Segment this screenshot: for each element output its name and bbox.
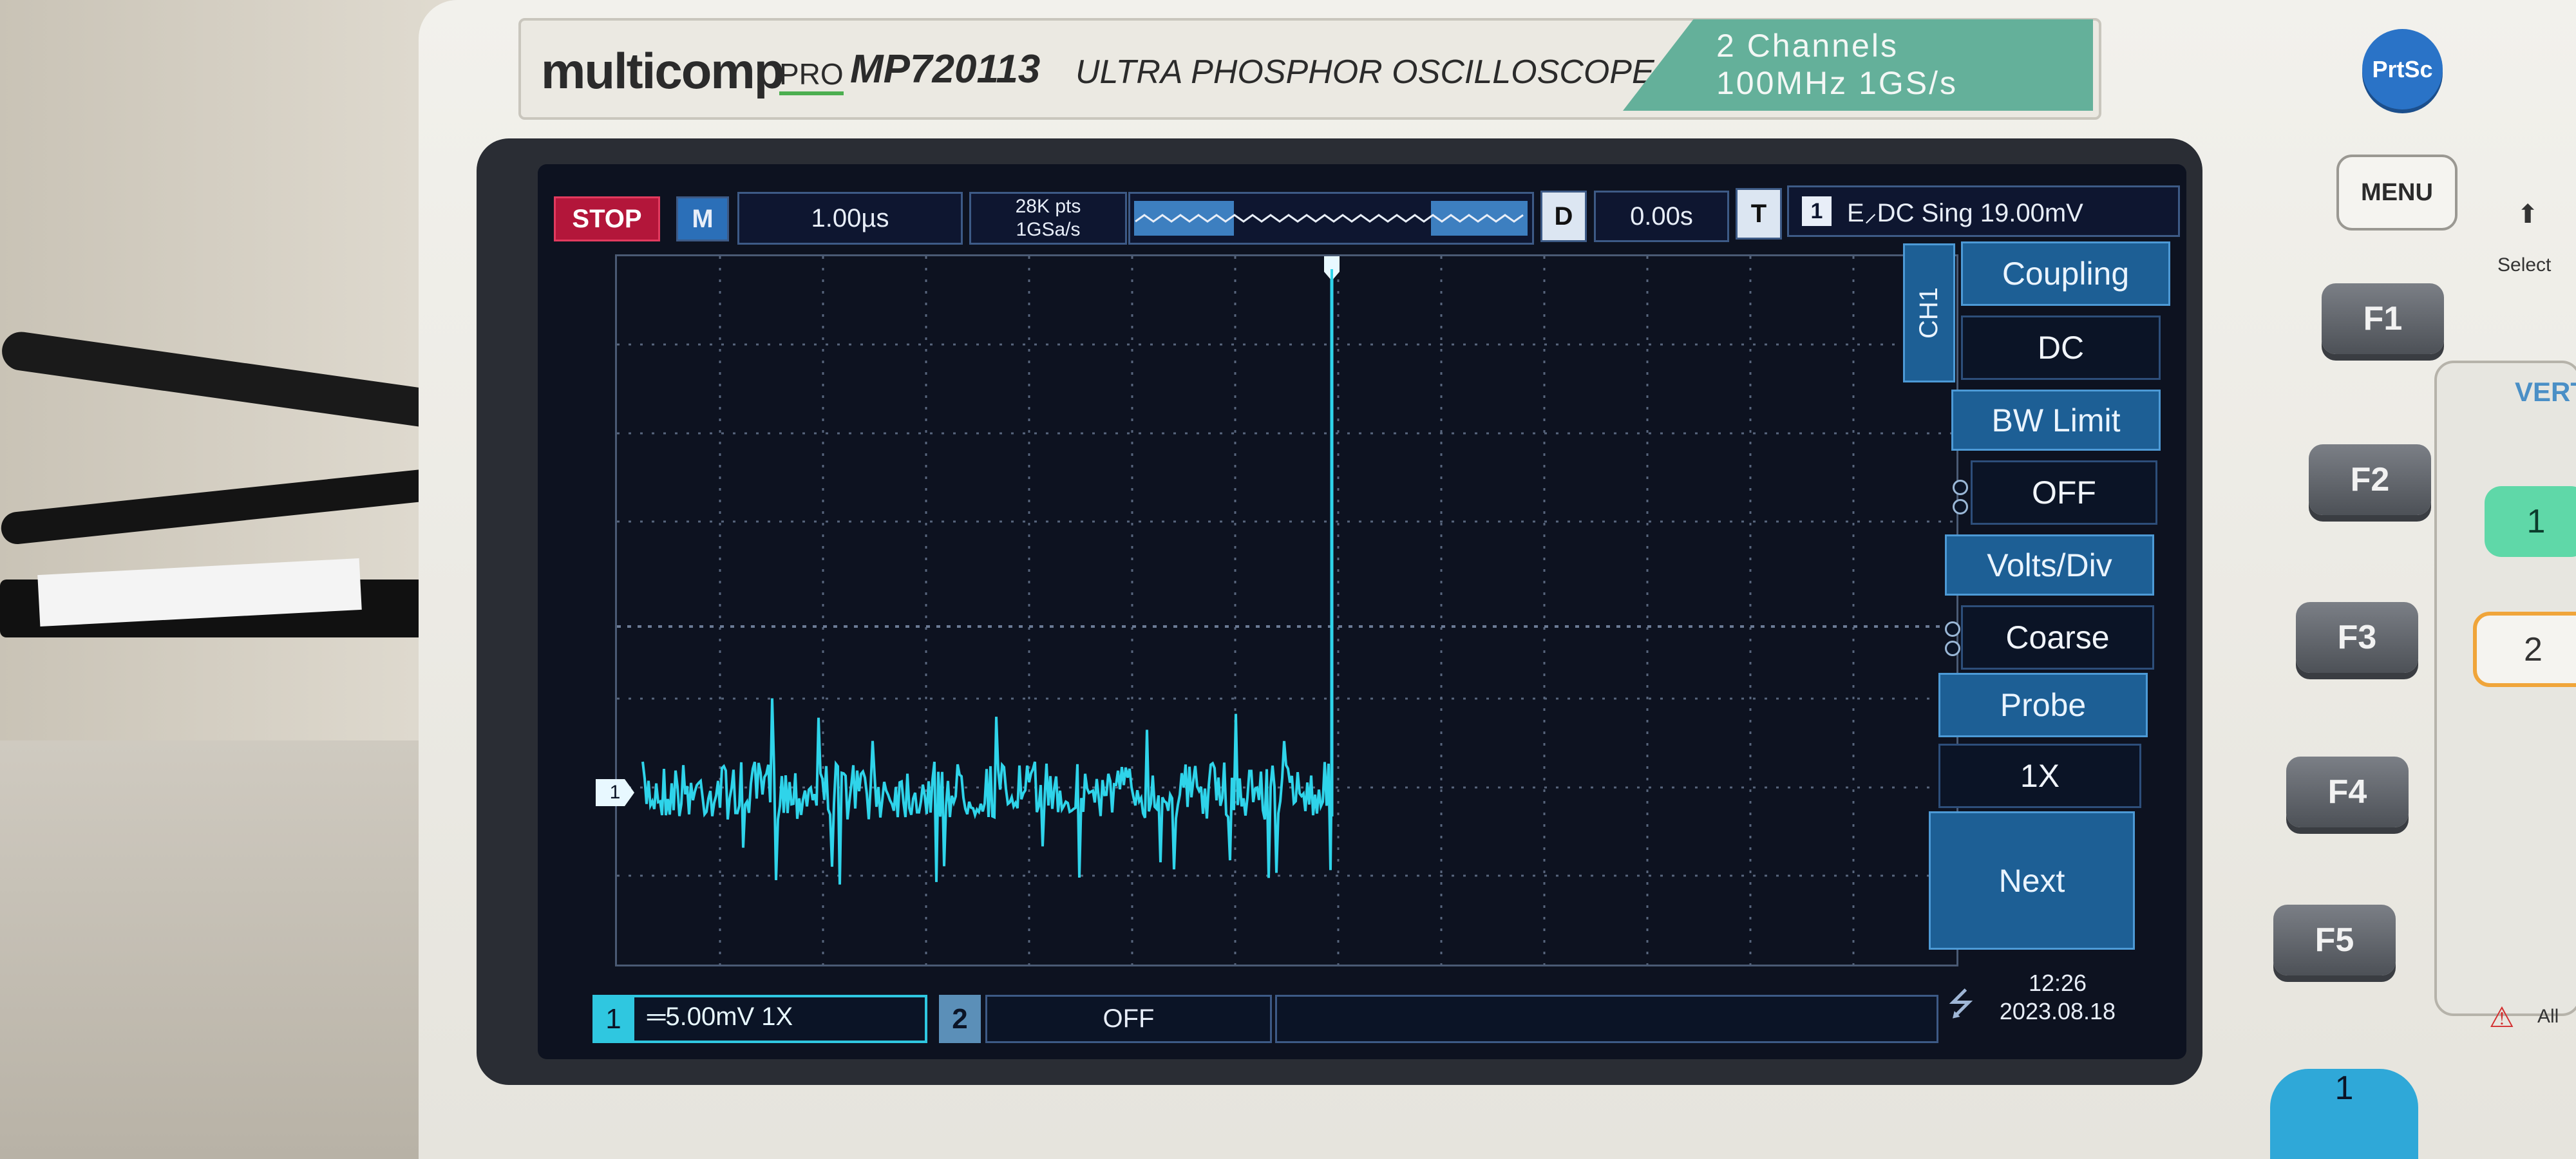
product-subtitle: ULTRA PHOSPHOR OSCILLOSCOPE	[1075, 53, 1654, 91]
f5-button[interactable]: F5	[2273, 905, 2396, 975]
run-stop-indicator: STOP	[554, 196, 660, 241]
all-label: All	[2537, 1006, 2559, 1027]
trigger-badge: T	[1736, 188, 1782, 240]
ch1-volts-setting: ═5.00mV 1X	[647, 1003, 793, 1031]
delay-badge: D	[1540, 191, 1587, 242]
ch1-button[interactable]: 1	[2485, 486, 2576, 557]
ch2-setting[interactable]: OFF	[985, 995, 1272, 1043]
bw-limit-value[interactable]: OFF	[1971, 460, 2157, 525]
graticule-svg	[617, 256, 1956, 965]
f1-button[interactable]: F1	[2322, 283, 2444, 354]
trigger-info: E⸝DC Sing 19.00mV	[1847, 198, 2083, 227]
trigger-channel-badge: 1	[1802, 196, 1832, 226]
probe-value[interactable]: 1X	[1938, 744, 2141, 808]
status-blank-field	[1275, 995, 1938, 1043]
option-dot-icon	[1945, 641, 1960, 656]
spec-channels: 2 Channels	[1716, 28, 1899, 64]
spec-bandwidth: 100MHz 1GS/s	[1716, 65, 1958, 101]
datetime: 12:26 2023.08.18	[1984, 969, 2132, 1033]
points-readout: 28K pts	[1015, 196, 1081, 217]
select-label: Select	[2497, 254, 2552, 276]
volts-div-value[interactable]: Coarse	[1961, 605, 2154, 670]
model-number: MP720113	[850, 47, 1041, 91]
sample-rate-readout: 1GSa/s	[1016, 219, 1081, 240]
print-screen-button[interactable]: PrtSc	[2362, 29, 2443, 109]
memory-overview-wave	[1134, 201, 1528, 236]
bw-limit-label[interactable]: BW Limit	[1951, 390, 2161, 451]
clock-date: 2023.08.18	[1999, 998, 2116, 1024]
brand-logo: multicomp	[541, 42, 784, 99]
coupling-value[interactable]: DC	[1961, 316, 2161, 380]
ch1-waveform-trace	[641, 269, 1333, 885]
brand-suffix: PRO	[779, 57, 844, 95]
menu-channel-tab: CH1	[1903, 243, 1955, 382]
next-page-button[interactable]: Next	[1929, 811, 2135, 950]
f3-button[interactable]: F3	[2296, 602, 2418, 673]
option-dot-icon	[1953, 480, 1968, 495]
timebase-readout: 1.00µs	[737, 192, 963, 245]
ch1-position-knob[interactable]: 1	[2270, 1069, 2418, 1159]
memory-overview-bar	[1128, 192, 1534, 245]
ch2-button[interactable]: 2	[2473, 612, 2576, 687]
vertical-section-label: VERT	[2515, 377, 2576, 407]
ch1-number: 1	[592, 995, 634, 1043]
coupling-label[interactable]: Coupling	[1961, 241, 2170, 306]
main-timebase-badge: M	[676, 196, 729, 241]
option-dot-icon	[1953, 499, 1968, 514]
probe-label[interactable]: Probe	[1938, 673, 2148, 737]
warning-icon: ⚠	[2489, 1002, 2515, 1033]
trigger-status: 1 E⸝DC Sing 19.00mV	[1787, 185, 2180, 237]
vertical-control-panel	[2434, 361, 2576, 1016]
f4-button[interactable]: F4	[2286, 757, 2409, 827]
select-icon: ⬆	[2517, 200, 2539, 229]
memory-depth-readout: 28K pts 1GSa/s	[969, 192, 1127, 245]
usb-icon: ⭍	[1947, 985, 1975, 1022]
ch2-number: 2	[939, 995, 981, 1043]
f2-button[interactable]: F2	[2309, 444, 2431, 515]
horizontal-delay-readout: 0.00s	[1594, 191, 1729, 242]
volts-div-label[interactable]: Volts/Div	[1945, 534, 2154, 596]
clock-time: 12:26	[2028, 970, 2087, 996]
graticule	[615, 254, 1958, 966]
option-dot-icon	[1945, 621, 1960, 637]
menu-button[interactable]: MENU	[2336, 155, 2458, 231]
